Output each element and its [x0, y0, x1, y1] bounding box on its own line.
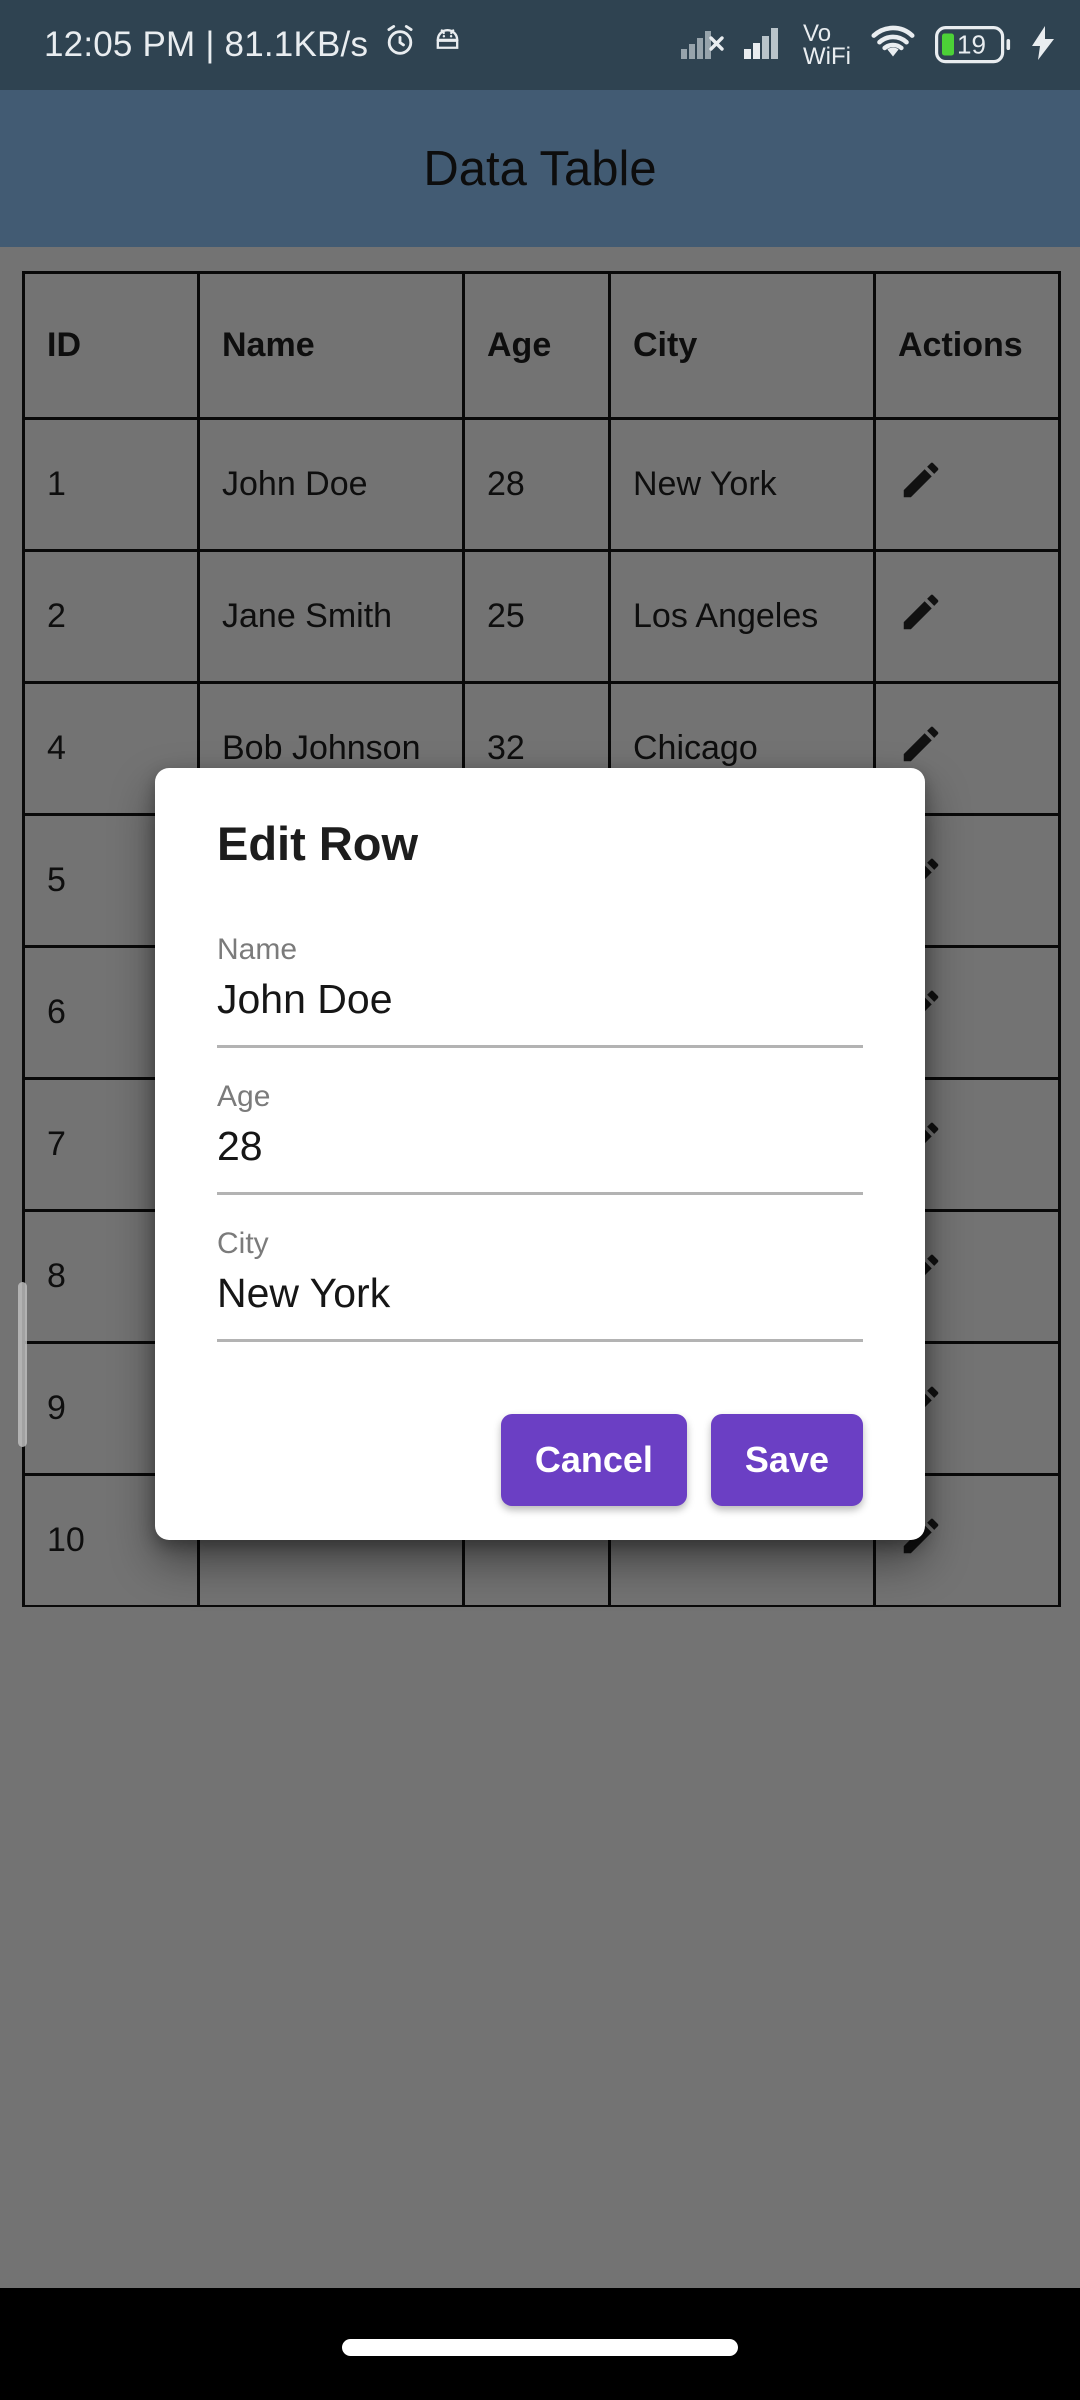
- age-field-underline: [217, 1192, 863, 1195]
- age-field-input[interactable]: 28: [217, 1123, 863, 1192]
- city-field-label: City: [217, 1227, 269, 1260]
- city-field-underline: [217, 1339, 863, 1342]
- phone-screen: 12:05 PM | 81.1KB/s Vo WiFi 19 Data Tabl…: [0, 0, 1080, 2400]
- dialog-action-bar: Cancel Save: [217, 1414, 863, 1506]
- city-field-input[interactable]: New York: [217, 1270, 863, 1339]
- system-navigation-bar: [0, 2288, 1080, 2400]
- name-field-group: Name John Doe: [217, 933, 863, 1054]
- name-field-input[interactable]: John Doe: [217, 976, 863, 1045]
- home-gesture-pill[interactable]: [342, 2339, 738, 2356]
- age-field-label: Age: [217, 1080, 271, 1113]
- edit-row-dialog: Edit Row Name John Doe Age 28 City New Y…: [155, 768, 925, 1540]
- dialog-title: Edit Row: [217, 817, 419, 870]
- age-field-group: Age 28: [217, 1080, 863, 1201]
- cancel-button[interactable]: Cancel: [500, 1414, 687, 1506]
- save-button[interactable]: Save: [710, 1414, 863, 1506]
- name-field-label: Name: [217, 933, 298, 966]
- city-field-group: City New York: [217, 1227, 863, 1348]
- name-field-underline: [217, 1045, 863, 1048]
